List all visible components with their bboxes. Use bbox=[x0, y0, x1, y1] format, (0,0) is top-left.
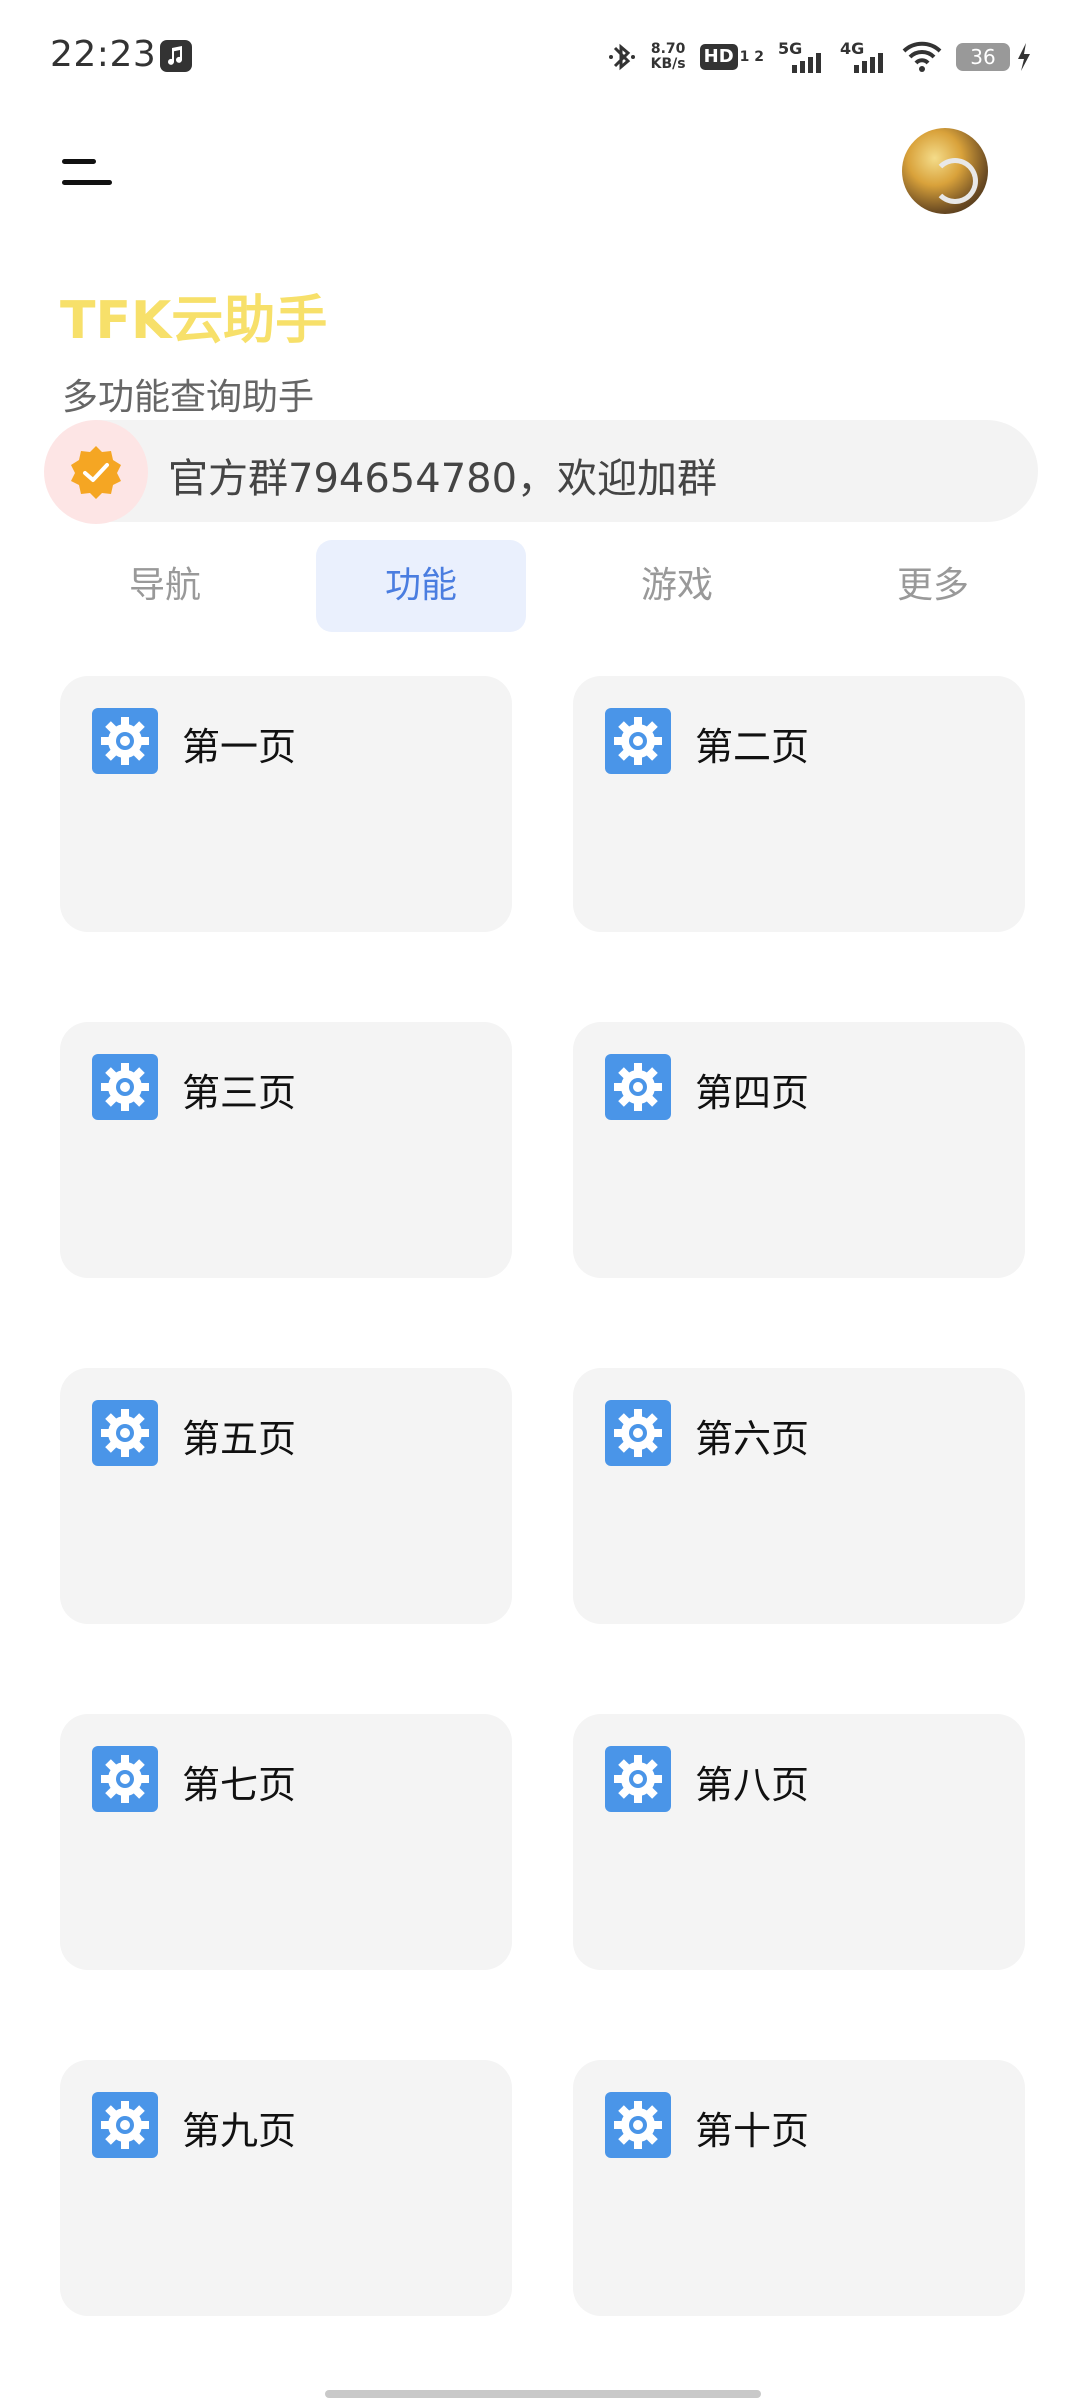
bluetooth-icon bbox=[607, 39, 637, 75]
card-label: 第五页 bbox=[182, 1417, 297, 1461]
net-speed-value: 8.70 bbox=[650, 41, 686, 57]
verified-badge-icon bbox=[71, 446, 121, 499]
hd-sub: 1 2 bbox=[739, 49, 764, 65]
home-indicator[interactable] bbox=[325, 2390, 761, 2398]
card-page-2[interactable]: 第二页 bbox=[573, 676, 1025, 932]
card-label: 第九页 bbox=[182, 2109, 297, 2153]
card-page-6[interactable]: 第六页 bbox=[573, 1368, 1025, 1624]
status-bar: 22:23 8.70 KB/s HD 1 2 5G 4G 36 bbox=[0, 0, 1080, 118]
net-speed-unit: KB/s bbox=[650, 56, 686, 72]
card-page-8[interactable]: 第八页 bbox=[573, 1714, 1025, 1970]
settings-gear-icon bbox=[92, 1746, 158, 1812]
card-label: 第三页 bbox=[182, 1071, 297, 1115]
settings-gear-icon bbox=[92, 1400, 158, 1466]
signal-bars-icon bbox=[792, 53, 821, 73]
signal-5g: 5G bbox=[778, 39, 826, 75]
settings-gear-icon bbox=[92, 1054, 158, 1120]
card-page-5[interactable]: 第五页 bbox=[60, 1368, 512, 1624]
signal-4g: 4G bbox=[840, 39, 888, 75]
card-label: 第六页 bbox=[695, 1417, 810, 1461]
app-screen: 22:23 8.70 KB/s HD 1 2 5G 4G 36 TFK云助手 多… bbox=[0, 0, 1080, 2400]
card-page-1[interactable]: 第一页 bbox=[60, 676, 512, 932]
hd-badge: HD 1 2 bbox=[699, 44, 764, 70]
card-page-4[interactable]: 第四页 bbox=[573, 1022, 1025, 1278]
card-label: 第一页 bbox=[182, 725, 297, 769]
card-page-3[interactable]: 第三页 bbox=[60, 1022, 512, 1278]
tab-features[interactable]: 功能 bbox=[316, 540, 526, 632]
notice-text: 官方群794654780，欢迎加群 bbox=[168, 456, 718, 502]
settings-gear-icon bbox=[605, 1400, 671, 1466]
wifi-icon bbox=[902, 41, 942, 73]
settings-gear-icon bbox=[605, 1746, 671, 1812]
app-subtitle: 多功能查询助手 bbox=[62, 377, 315, 418]
battery-indicator: 36 bbox=[956, 43, 1010, 71]
card-label: 第七页 bbox=[182, 1763, 297, 1807]
tab-bar: 导航 功能 游戏 更多 bbox=[60, 540, 1020, 632]
signal-bars-icon bbox=[854, 53, 883, 73]
card-page-7[interactable]: 第七页 bbox=[60, 1714, 512, 1970]
settings-gear-icon bbox=[605, 1054, 671, 1120]
settings-gear-icon bbox=[92, 2092, 158, 2158]
tab-more[interactable]: 更多 bbox=[828, 540, 1038, 632]
card-label: 第二页 bbox=[695, 725, 810, 769]
settings-gear-icon bbox=[92, 708, 158, 774]
hd-label: HD bbox=[699, 44, 738, 70]
card-label: 第十页 bbox=[695, 2109, 810, 2153]
notice-banner[interactable]: 官方群794654780，欢迎加群 bbox=[44, 420, 1038, 524]
card-page-9[interactable]: 第九页 bbox=[60, 2060, 512, 2316]
settings-gear-icon bbox=[605, 708, 671, 774]
menu-icon[interactable] bbox=[62, 155, 114, 191]
card-label: 第八页 bbox=[695, 1763, 810, 1807]
app-title: TFK云助手 bbox=[60, 291, 328, 351]
card-label: 第四页 bbox=[695, 1071, 810, 1115]
tab-navigation[interactable]: 导航 bbox=[60, 540, 270, 632]
notice-badge-bg bbox=[44, 420, 148, 524]
tab-games[interactable]: 游戏 bbox=[572, 540, 782, 632]
music-icon bbox=[160, 40, 192, 72]
card-page-10[interactable]: 第十页 bbox=[573, 2060, 1025, 2316]
status-time: 22:23 bbox=[50, 34, 157, 75]
net-speed: 8.70 KB/s bbox=[651, 42, 686, 72]
status-icons: 8.70 KB/s HD 1 2 5G 4G 36 bbox=[593, 36, 1032, 78]
settings-gear-icon bbox=[605, 2092, 671, 2158]
charging-icon bbox=[1016, 43, 1032, 71]
avatar[interactable] bbox=[902, 128, 988, 214]
